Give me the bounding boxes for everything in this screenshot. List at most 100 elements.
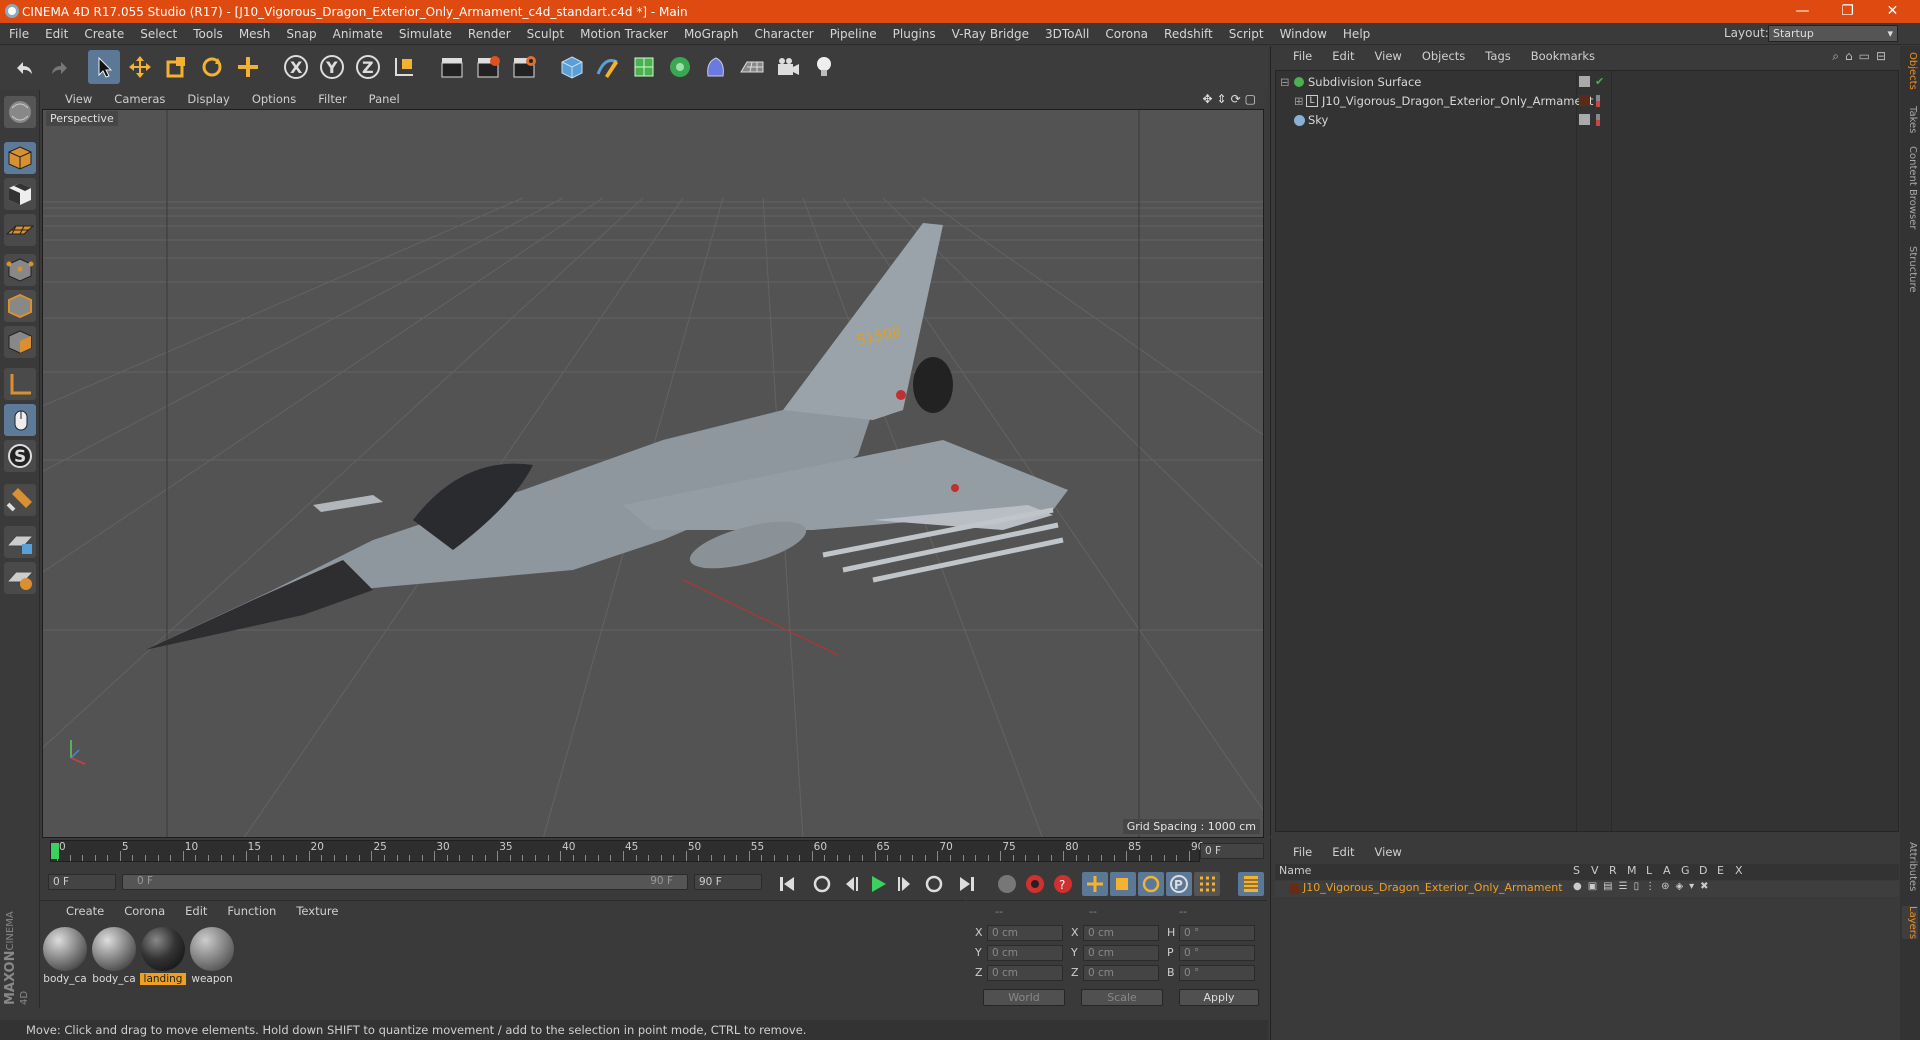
menu-redshift[interactable]: Redshift: [1156, 23, 1221, 45]
vp-menu-panel[interactable]: Panel: [356, 92, 409, 106]
menu-sculpt[interactable]: Sculpt: [519, 23, 572, 45]
position-z-field[interactable]: 0 cm: [987, 965, 1063, 981]
menu-edit[interactable]: Edit: [37, 23, 76, 45]
vp-menu-display[interactable]: Display: [174, 92, 238, 106]
material-swatch[interactable]: landing: [140, 927, 186, 987]
layer-color-icon[interactable]: [1579, 95, 1590, 106]
size-x-field[interactable]: 0 cm: [1083, 925, 1159, 941]
select-tool-button[interactable]: [88, 50, 120, 84]
cloner-button[interactable]: [664, 50, 696, 84]
tweak-mode-button[interactable]: [4, 404, 36, 436]
menu-select[interactable]: Select: [132, 23, 185, 45]
menu-script[interactable]: Script: [1221, 23, 1272, 45]
object-manager-search-icon[interactable]: ⌕⌂▭⊟: [1832, 49, 1892, 64]
material-swatch[interactable]: body_ca: [42, 927, 88, 987]
visibility-dots-icon[interactable]: [1596, 114, 1600, 126]
camera-label[interactable]: Perspective: [46, 111, 118, 126]
object-row[interactable]: ⊞ L J10_Vigorous_Dragon_Exterior_Only_Ar…: [1276, 92, 1896, 110]
expand-icon[interactable]: ⊞: [1294, 92, 1304, 110]
cube-primitive-button[interactable]: [556, 50, 588, 84]
size-z-field[interactable]: 0 cm: [1083, 965, 1159, 981]
menu-plugins[interactable]: Plugins: [885, 23, 944, 45]
move-tool-button[interactable]: [124, 50, 156, 84]
layer-menu-view[interactable]: View: [1363, 845, 1410, 859]
rotation-b-field[interactable]: 0 °: [1179, 965, 1255, 981]
menu-vray-bridge[interactable]: V-Ray Bridge: [944, 23, 1037, 45]
polygons-mode-button[interactable]: [4, 326, 36, 358]
workplane-lock-button[interactable]: [4, 526, 36, 558]
vp-menu-cameras[interactable]: Cameras: [101, 92, 174, 106]
workplane-settings-button[interactable]: [4, 562, 36, 594]
close-button[interactable]: ✕: [1870, 0, 1915, 23]
layout-select[interactable]: Startup: [1768, 25, 1898, 42]
menu-snap[interactable]: Snap: [278, 23, 324, 45]
recent-tool-button[interactable]: [232, 50, 264, 84]
edit-render-toggle-icon[interactable]: [1579, 114, 1590, 125]
material-swatch[interactable]: body_ca: [91, 927, 137, 987]
points-mode-button[interactable]: [4, 254, 36, 286]
obj-menu-objects[interactable]: Objects: [1410, 49, 1473, 63]
timeline-ruler[interactable]: 0 5 10 15 20 25 30 35 40 45 50 55 60 65 70 75 80 85 90: [50, 840, 1204, 862]
obj-menu-edit[interactable]: Edit: [1320, 49, 1362, 63]
undo-button[interactable]: [8, 50, 40, 84]
menu-file[interactable]: File: [0, 23, 37, 45]
obj-menu-file[interactable]: File: [1271, 49, 1320, 63]
workplane-mode-button[interactable]: [4, 214, 36, 246]
magnet-button[interactable]: [4, 484, 36, 516]
rotation-h-field[interactable]: 0 °: [1179, 925, 1255, 941]
vp-menu-options[interactable]: Options: [239, 92, 305, 106]
render-view-button[interactable]: [436, 50, 468, 84]
tab-content-browser[interactable]: Content Browser: [1902, 146, 1918, 229]
mat-menu-texture[interactable]: Texture: [284, 904, 346, 918]
menu-mesh[interactable]: Mesh: [231, 23, 279, 45]
z-axis-lock-button[interactable]: Z: [352, 50, 384, 84]
redo-button[interactable]: [44, 50, 76, 84]
layer-color-swatch[interactable]: [1289, 884, 1299, 894]
object-row[interactable]: Sky: [1276, 111, 1896, 129]
playhead[interactable]: [51, 843, 59, 859]
position-x-field[interactable]: 0 cm: [987, 925, 1063, 941]
coord-mode-scale-select[interactable]: Scale: [1081, 989, 1163, 1006]
rotation-p-field[interactable]: 0 °: [1179, 945, 1255, 961]
texture-mode-button[interactable]: [4, 178, 36, 210]
material-swatch[interactable]: weapon: [189, 927, 235, 987]
playback-buttons[interactable]: ? P: [772, 870, 1292, 900]
apply-button[interactable]: Apply: [1179, 989, 1259, 1006]
visibility-dots-icon[interactable]: [1596, 95, 1600, 107]
menu-render[interactable]: Render: [460, 23, 519, 45]
y-axis-lock-button[interactable]: Y: [316, 50, 348, 84]
layer-toggle-icons[interactable]: ●▣▤☰▯⋮⊛◈▾✖: [1573, 881, 1715, 892]
position-y-field[interactable]: 0 cm: [987, 945, 1063, 961]
3d-viewport[interactable]: 51508 Perspective Grid Spacing : 1000 cm: [42, 109, 1264, 838]
mat-menu-function[interactable]: Function: [215, 904, 284, 918]
obj-menu-view[interactable]: View: [1363, 49, 1410, 63]
menu-pipeline[interactable]: Pipeline: [822, 23, 885, 45]
tab-layers[interactable]: Layers: [1902, 906, 1918, 940]
menu-motion-tracker[interactable]: Motion Tracker: [572, 23, 676, 45]
mat-menu-create[interactable]: Create: [40, 904, 112, 918]
menu-simulate[interactable]: Simulate: [391, 23, 460, 45]
mat-menu-corona[interactable]: Corona: [112, 904, 173, 918]
floor-button[interactable]: [736, 50, 768, 84]
edit-render-toggle-icon[interactable]: [1579, 76, 1590, 87]
menu-mograph[interactable]: MoGraph: [676, 23, 747, 45]
tab-objects[interactable]: Objects: [1902, 52, 1918, 90]
menu-corona[interactable]: Corona: [1097, 23, 1156, 45]
vp-menu-filter[interactable]: Filter: [305, 92, 355, 106]
obj-menu-bookmarks[interactable]: Bookmarks: [1519, 49, 1603, 63]
edges-mode-button[interactable]: [4, 290, 36, 322]
model-mode-button[interactable]: [4, 142, 36, 174]
vp-menu-view[interactable]: View: [40, 92, 101, 106]
coord-mode-world-select[interactable]: World: [983, 989, 1065, 1006]
end-frame-field[interactable]: 90 F: [694, 874, 762, 890]
menu-help[interactable]: Help: [1335, 23, 1378, 45]
object-list[interactable]: ⊟ Subdivision Surface ✔ ⊞ L J10_Vigorous…: [1275, 70, 1899, 832]
viewport-nav-icons[interactable]: ✥⇕⟳▢: [1202, 92, 1260, 106]
deformer-button[interactable]: [700, 50, 732, 84]
layer-menu-file[interactable]: File: [1271, 845, 1320, 859]
start-frame-field[interactable]: 0 F: [48, 874, 116, 890]
menu-tools[interactable]: Tools: [185, 23, 231, 45]
render-settings-button[interactable]: [508, 50, 540, 84]
menu-create[interactable]: Create: [76, 23, 132, 45]
mat-menu-edit[interactable]: Edit: [173, 904, 215, 918]
